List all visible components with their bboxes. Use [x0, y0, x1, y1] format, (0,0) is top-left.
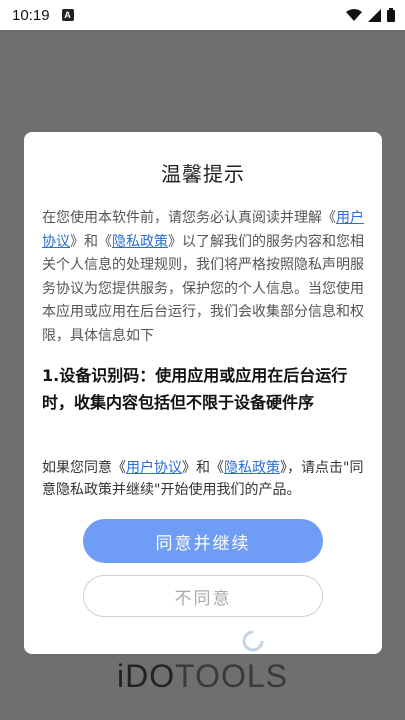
- consent-privacy-policy-link[interactable]: 隐私政策: [224, 460, 280, 476]
- intro-mid: 》和《: [70, 233, 112, 250]
- privacy-policy-link[interactable]: 隐私政策: [112, 234, 168, 250]
- background-logo: iDOTOOLS: [0, 658, 405, 695]
- logo-ido-text: iDO: [117, 658, 176, 694]
- agree-button[interactable]: 同意并继续: [83, 519, 323, 563]
- intro-pre: 在您使用本软件前，请您务必认真阅读并理解《: [42, 210, 336, 226]
- consent-text: 如果您同意《用户协议》和《隐私政策》，请点击"同意隐私政策并继续"开始使用我们的…: [42, 457, 364, 501]
- consent-user-agreement-link[interactable]: 用户协议: [126, 460, 182, 476]
- logo-tools-text: TOOLS: [175, 658, 288, 694]
- battery-icon: [387, 8, 395, 22]
- intro-text: 在您使用本软件前，请您务必认真阅读并理解《用户协议》和《隐私政策》以了解我们的服…: [42, 207, 364, 348]
- cellular-signal-icon: [368, 8, 381, 22]
- consent-pre: 如果您同意《: [42, 460, 126, 476]
- disagree-button[interactable]: 不同意: [83, 575, 323, 617]
- intro-post: 》以了解我们的服务内容和您相关个人信息的处理规则，我们将严格按照隐私声明服务协议…: [42, 233, 364, 344]
- section-heading: 1.设备识别码：使用应用或应用在后台运行时，收集内容包括但不限于设备硬件序: [42, 366, 348, 412]
- status-indicators: [346, 8, 395, 22]
- policy-scroll-area[interactable]: 在您使用本软件前，请您务必认真阅读并理解《用户协议》和《隐私政策》以了解我们的服…: [42, 207, 364, 445]
- watermark-logo: [242, 630, 264, 652]
- notification-a-icon: A: [61, 9, 74, 21]
- privacy-dialog: 温馨提示 在您使用本软件前，请您务必认真阅读并理解《用户协议》和《隐私政策》以了…: [24, 132, 382, 654]
- wifi-icon: [346, 8, 362, 21]
- dialog-title: 温馨提示: [161, 162, 245, 186]
- watermark-swirl-icon: [242, 630, 264, 652]
- status-time: 10:19: [12, 6, 50, 24]
- status-bar: 10:19 A: [0, 0, 405, 30]
- consent-mid: 》和《: [182, 460, 224, 476]
